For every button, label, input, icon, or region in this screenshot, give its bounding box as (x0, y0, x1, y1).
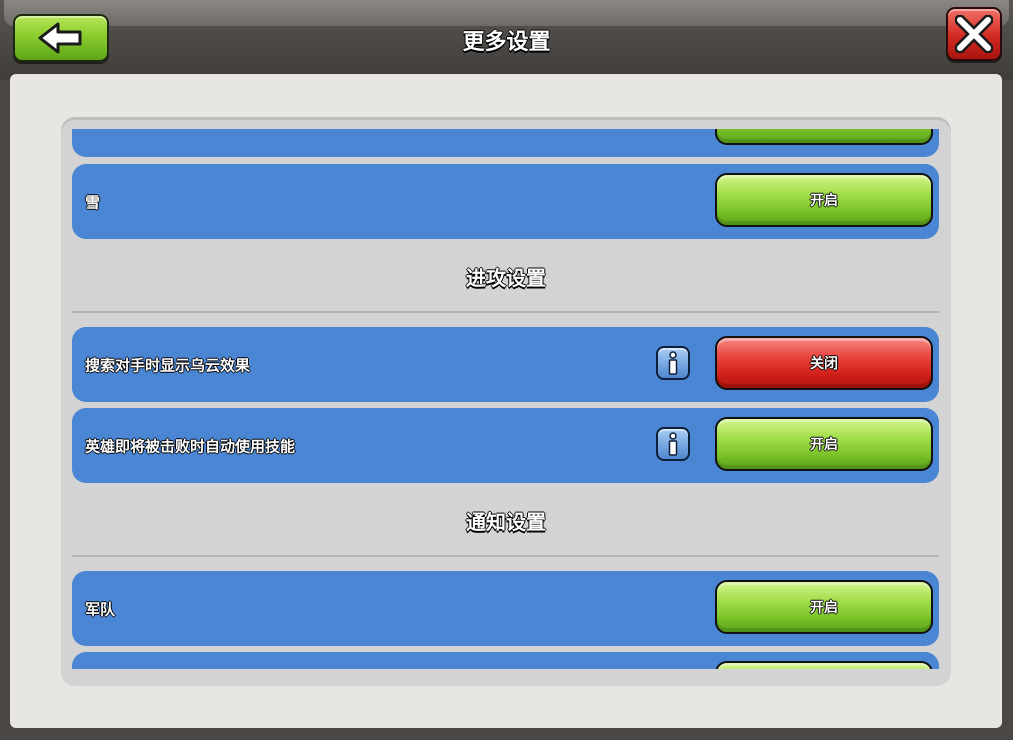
setting-row-cloud-effect: 搜索对手时显示乌云效果 关闭 (72, 327, 939, 402)
section-title-attack: 进攻设置 (466, 266, 546, 290)
section-divider (72, 311, 939, 313)
page-title: 更多设置 (462, 30, 551, 55)
setting-label: 搜索对手时显示乌云效果 (85, 356, 251, 374)
section-divider (72, 555, 939, 557)
toggle-button[interactable]: 开启 (715, 173, 933, 227)
info-icon (668, 351, 678, 375)
info-icon (668, 432, 678, 456)
setting-row-partial (72, 652, 939, 669)
top-strip (4, 0, 1009, 26)
close-x-icon (955, 15, 993, 53)
info-button[interactable] (656, 346, 690, 380)
info-button[interactable] (656, 427, 690, 461)
toggle-button[interactable]: 开启 (715, 417, 933, 471)
setting-label: 英雄即将被击败时自动使用技能 (85, 437, 296, 455)
toggle-button[interactable]: 开启 (715, 129, 933, 145)
toggle-button[interactable]: 关闭 (715, 336, 933, 390)
setting-label: 雪 (85, 193, 101, 211)
setting-row-army: 军队 开启 (72, 571, 939, 646)
settings-list[interactable]: 开启 雪 开启 进攻设置 搜索对手时显示乌云效果 关闭 英雄即将被击败时自动使用… (62, 129, 950, 669)
toggle-button[interactable]: 开启 (715, 580, 933, 634)
setting-row-partial: 开启 (72, 129, 939, 157)
toggle-button[interactable] (715, 661, 933, 669)
section-title-notifications: 通知设置 (466, 510, 546, 534)
close-button[interactable] (946, 7, 1002, 61)
setting-row-snow: 雪 开启 (72, 164, 939, 239)
setting-row-hero-auto-ability: 英雄即将被击败时自动使用技能 开启 (72, 408, 939, 483)
setting-label: 军队 (85, 600, 116, 618)
